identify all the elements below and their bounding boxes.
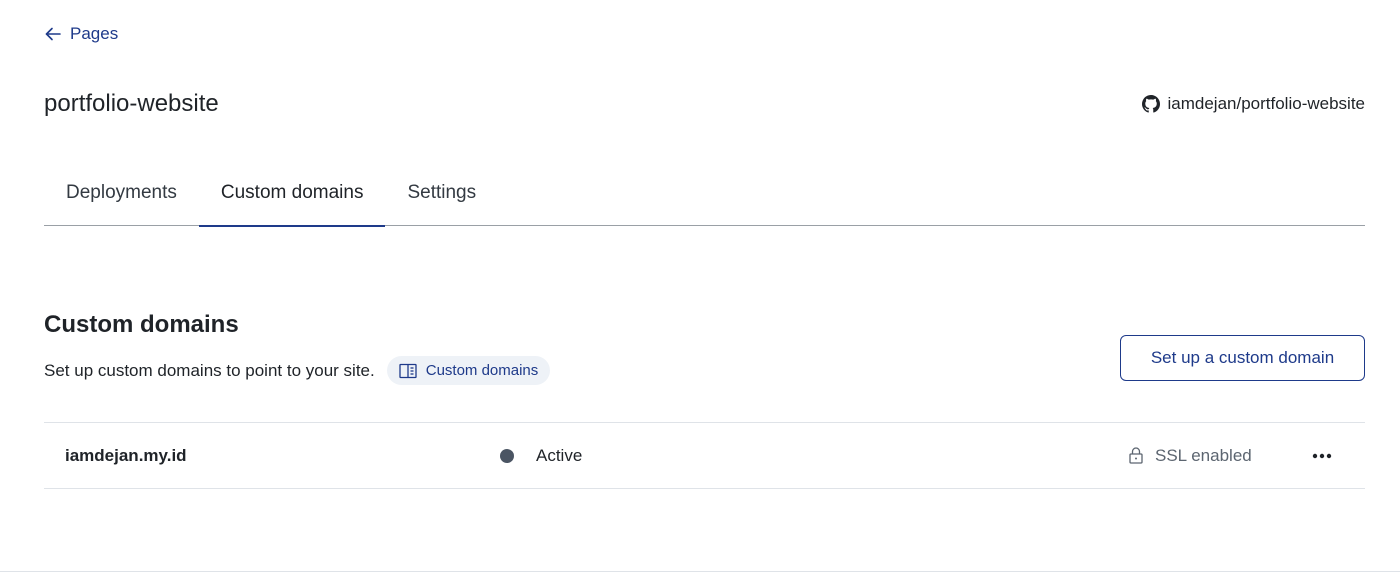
back-link-label: Pages — [70, 24, 119, 43]
domain-status: Active — [500, 446, 582, 466]
status-dot-icon — [500, 448, 514, 463]
page-title: portfolio-website — [44, 90, 219, 117]
tab-settings[interactable]: Settings — [385, 168, 498, 225]
section-description: Set up custom domains to point to your s… — [44, 356, 551, 385]
docs-link-label: Custom domains — [425, 362, 539, 379]
book-icon — [399, 363, 417, 378]
tab-deployments[interactable]: Deployments — [44, 168, 199, 225]
more-horizontal-icon — [1312, 453, 1332, 458]
tab-bar: Deployments Custom domains Settings — [44, 168, 1365, 227]
custom-domains-docs-link[interactable]: Custom domains — [386, 356, 551, 385]
domains-table: iamdejan.my.id Active SSL enabled — [44, 422, 1365, 489]
ssl-status: SSL enabled — [1129, 446, 1252, 466]
status-label: Active — [536, 445, 583, 465]
back-to-pages-link[interactable]: Pages — [44, 24, 118, 44]
domain-name[interactable]: iamdejan.my.id — [65, 446, 187, 466]
ssl-label: SSL enabled — [1155, 445, 1252, 465]
set-up-custom-domain-button[interactable]: Set up a custom domain — [1120, 335, 1365, 381]
page: Pages portfolio-website iamdejan/portfol… — [0, 0, 1400, 573]
repository-name: iamdejan/portfolio-website — [1167, 94, 1366, 113]
section-description-text: Set up custom domains to point to your s… — [44, 360, 375, 380]
github-icon — [1141, 95, 1160, 113]
repository-link[interactable]: iamdejan/portfolio-website — [1141, 94, 1366, 114]
lock-icon — [1129, 447, 1143, 464]
section-title: Custom domains — [44, 311, 239, 338]
arrow-left-icon — [45, 27, 61, 41]
table-row: iamdejan.my.id Active SSL enabled — [44, 423, 1365, 488]
row-actions-button[interactable] — [1306, 442, 1338, 470]
footer-divider — [0, 571, 1400, 572]
tab-custom-domains[interactable]: Custom domains — [198, 168, 386, 227]
